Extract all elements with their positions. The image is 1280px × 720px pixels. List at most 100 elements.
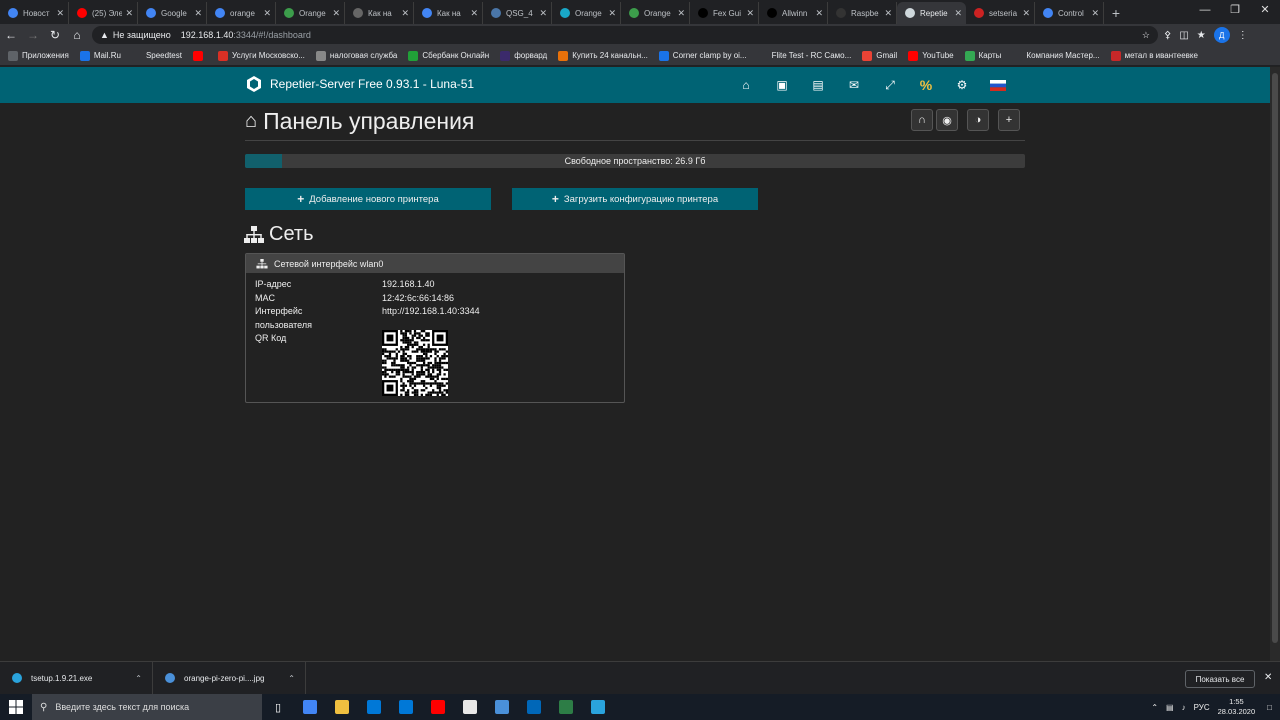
taskbar-app-icon[interactable] [486,694,518,720]
tab-close-icon[interactable]: ✕ [401,8,409,19]
book-icon[interactable]: ▤ [800,76,836,94]
back-button[interactable]: ← [0,28,22,42]
taskbar-search-input[interactable]: ⚲ Введите здесь текст для поиска [32,694,262,720]
start-button[interactable] [0,694,32,720]
network-icon[interactable]: ▤ [1166,703,1174,712]
bookmark-item[interactable]: Купить 24 канальн... [558,50,648,61]
bookmark-item[interactable]: форвард [500,50,547,61]
taskbar-app-icon[interactable] [422,694,454,720]
browser-tab[interactable]: Raspbe ✕ [828,2,897,24]
webcam-icon[interactable]: ◉ [936,109,958,131]
browser-tab[interactable]: Allwinn ✕ [759,2,828,24]
browser-tab[interactable]: Fex Gui ✕ [690,2,759,24]
profile-avatar[interactable]: Д [1213,27,1230,43]
page-scrollbar[interactable] [1270,67,1280,661]
tab-close-icon[interactable]: ✕ [815,8,823,19]
home-button[interactable]: ⌂ [66,28,88,42]
contrast-icon[interactable]: ◑ [967,109,989,131]
translate-icon[interactable]: ◫ [1179,30,1188,41]
download-item[interactable]: tsetup.1.9.21.exe ⌃ [0,661,153,695]
tab-close-icon[interactable]: ✕ [194,8,202,19]
bookmark-item[interactable]: Corner clamp by oi... [658,50,747,61]
maximize-button[interactable]: ❐ [1220,0,1250,22]
network-info-value[interactable]: http://192.168.1.40:3344 [382,305,480,319]
browser-tab[interactable]: Orange ✕ [621,2,690,24]
key-icon[interactable]: ⚴ [1164,30,1171,41]
tab-close-icon[interactable]: ✕ [1022,8,1030,19]
tab-close-icon[interactable]: ✕ [1091,8,1099,19]
task-view-icon[interactable]: ▯ [262,694,294,720]
tab-close-icon[interactable]: ✕ [332,8,340,19]
bookmark-item[interactable]: Приложения [8,50,69,61]
add-printer-button[interactable]: + Добавление нового принтера [245,188,491,210]
url-input[interactable]: ▲ Не защищено 192.168.1.40 :3344/#!/dash… [92,26,1158,44]
bookmark-item[interactable]: Сбербанк Онлайн [408,50,489,61]
forward-button[interactable]: → [22,28,44,42]
close-downloads-icon[interactable]: ✕ [1264,672,1272,683]
chevron-up-icon[interactable]: ⌃ [288,674,295,683]
browser-tab[interactable]: Как на ✕ [414,2,483,24]
volume-icon[interactable]: ♪ [1182,703,1186,712]
minimize-button[interactable]: — [1190,0,1220,22]
chevron-up-icon[interactable]: ⌃ [135,674,142,683]
browser-tab[interactable]: setseria ✕ [966,2,1035,24]
bookmark-star-icon[interactable]: ☆ [1142,30,1150,41]
browser-tab[interactable]: Google ✕ [138,2,207,24]
tab-close-icon[interactable]: ✕ [125,8,133,19]
show-all-downloads-button[interactable]: Показать все [1185,670,1255,688]
reload-button[interactable]: ↻ [44,28,66,42]
bookmark-item[interactable]: Speedtest [131,50,182,61]
tab-close-icon[interactable]: ✕ [539,8,547,19]
taskbar-app-icon[interactable] [518,694,550,720]
download-item[interactable]: orange-pi-zero-pi....jpg ⌃ [153,661,306,695]
taskbar-app-icon[interactable] [358,694,390,720]
taskbar-app-icon[interactable] [326,694,358,720]
tray-chevron-icon[interactable]: ⌃ [1151,703,1158,712]
browser-tab[interactable]: Control ✕ [1035,2,1104,24]
bookmark-item[interactable]: налоговая служба [315,50,397,61]
thermometer-icon[interactable]: ∩ [911,109,933,131]
taskbar-app-icon[interactable] [582,694,614,720]
bookmark-item[interactable] [192,50,207,61]
browser-tab[interactable]: Orange ✕ [276,2,345,24]
fullscreen-icon[interactable]: ⤢ [872,76,908,94]
bookmark-item[interactable]: Gmail [862,50,897,61]
menu-icon[interactable]: ⋮ [1238,30,1248,41]
browser-tab[interactable]: Orange ✕ [552,2,621,24]
tab-close-icon[interactable]: ✕ [677,8,685,19]
bookmark-item[interactable]: YouTube [908,50,954,61]
tab-close-icon[interactable]: ✕ [608,8,616,19]
new-tab-button[interactable]: + [1104,2,1128,24]
taskbar-app-icon[interactable] [390,694,422,720]
bookmark-item[interactable]: Flite Test - RC Само... [757,50,851,61]
taskbar-app-icon[interactable] [550,694,582,720]
notifications-icon[interactable]: □ [1267,703,1272,712]
add-icon[interactable]: + [998,109,1020,131]
tab-close-icon[interactable]: ✕ [884,8,892,19]
russian-flag-icon[interactable] [980,76,1016,94]
tab-close-icon[interactable]: ✕ [954,8,962,19]
taskbar-app-icon[interactable] [294,694,326,720]
gear-icon[interactable]: ⚙ [944,76,980,94]
tab-close-icon[interactable]: ✕ [263,8,271,19]
upload-config-button[interactable]: + Загрузить конфигурацию принтера [512,188,758,210]
bookmark-item[interactable]: Компания Мастер... [1012,50,1100,61]
archive-icon[interactable]: ▣ [764,76,800,94]
browser-tab[interactable]: (25) Эле ✕ [69,2,138,24]
browser-tab[interactable]: Как на ✕ [345,2,414,24]
percent-icon[interactable]: % [908,76,944,94]
tab-close-icon[interactable]: ✕ [56,8,64,19]
home-icon[interactable]: ⌂ [728,76,764,94]
taskbar-clock[interactable]: 1:55 28.03.2020 [1218,697,1256,717]
star-icon[interactable]: ★ [1197,30,1206,41]
browser-tab[interactable]: Repetie ✕ [897,2,966,24]
app-brand[interactable]: Repetier-Server Free 0.93.1 - Luna-51 [246,76,474,92]
browser-tab[interactable]: QSG_4 ✕ [483,2,552,24]
close-window-button[interactable]: ✕ [1250,0,1280,22]
bookmark-item[interactable]: Карты [964,50,1001,61]
bookmark-item[interactable]: метал в ивантеевке [1110,50,1198,61]
taskbar-app-icon[interactable] [454,694,486,720]
bookmark-item[interactable]: Услуги Московско... [217,50,305,61]
keyboard-lang[interactable]: РУС [1194,703,1210,712]
tab-close-icon[interactable]: ✕ [470,8,478,19]
